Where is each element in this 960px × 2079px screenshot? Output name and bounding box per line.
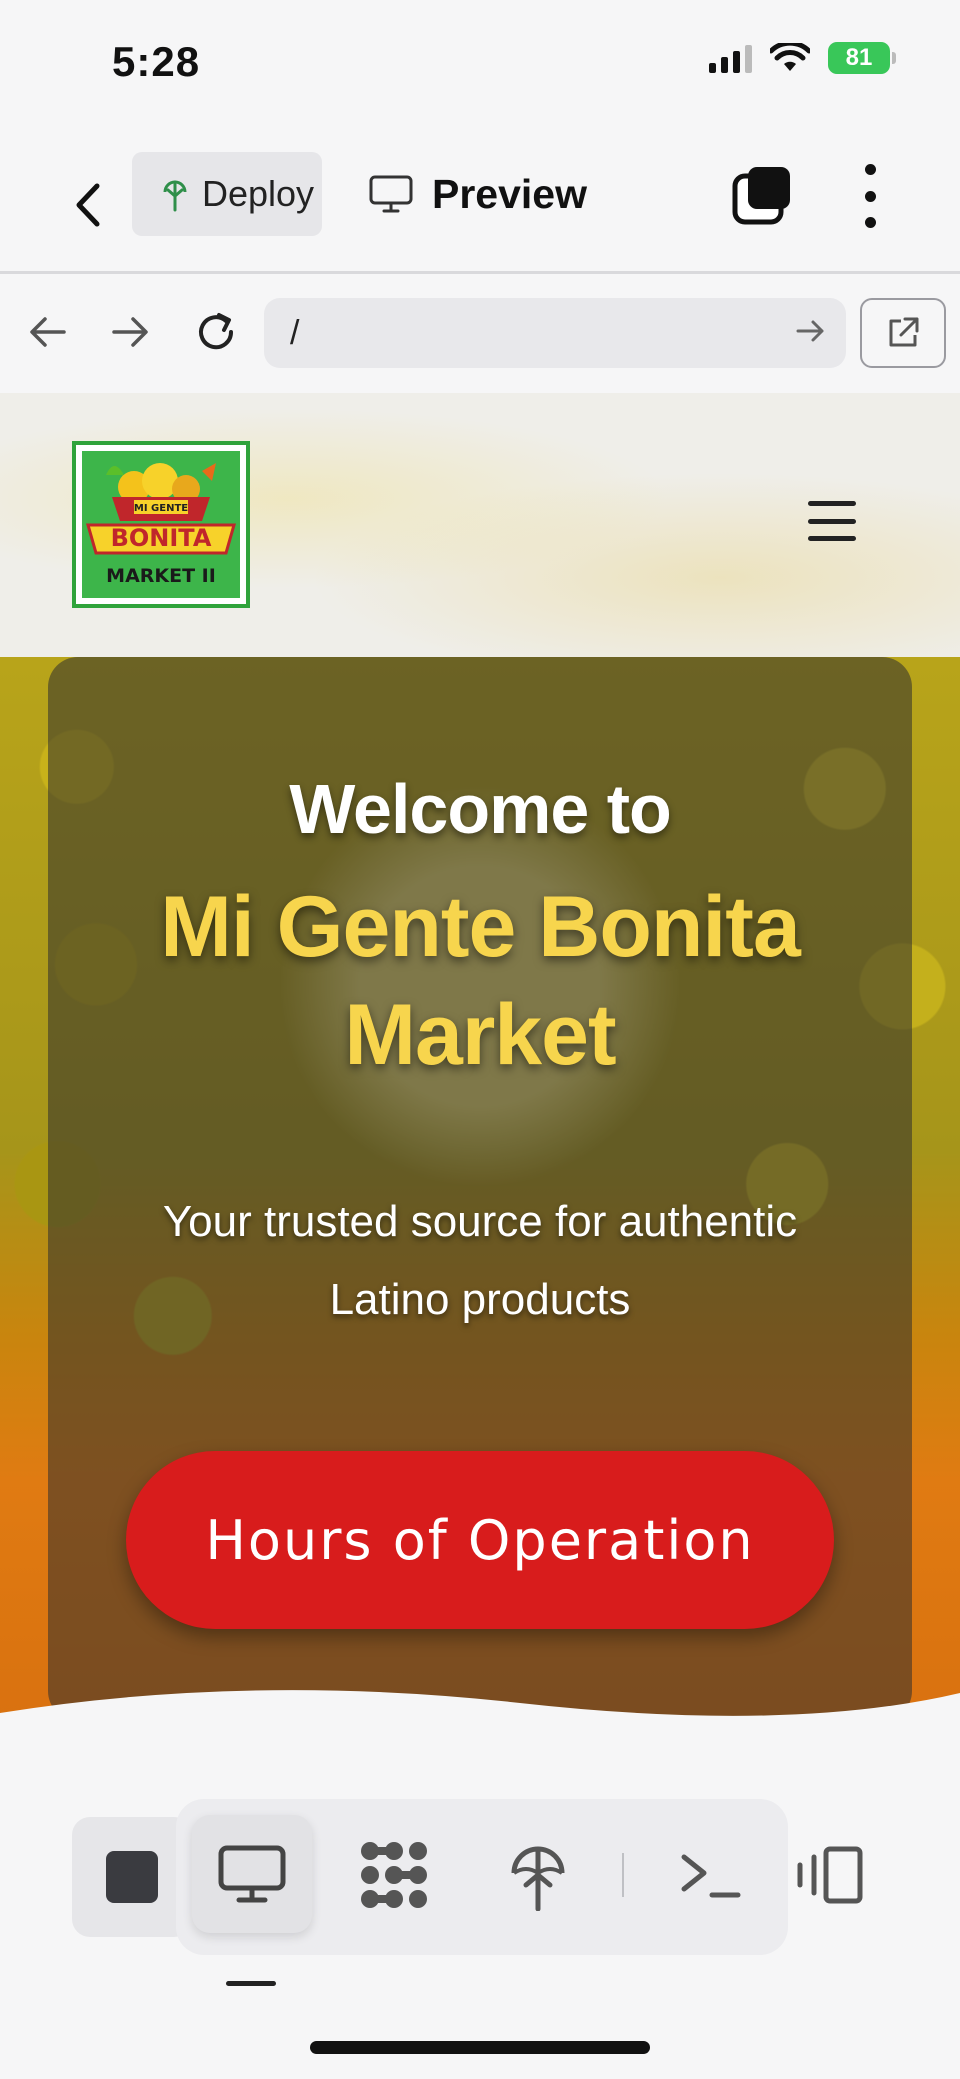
reload-button[interactable] — [186, 302, 246, 362]
hero-tagline: Your trusted source for authentic Latino… — [162, 1197, 798, 1324]
tab-preview[interactable]: Preview — [368, 152, 587, 236]
tab-deploy-label: Deploy — [202, 173, 315, 214]
logo-text-3: MARKET II — [106, 565, 216, 587]
reload-icon — [199, 313, 234, 350]
wave-divider — [0, 1690, 960, 1755]
deploy-icon — [163, 180, 187, 212]
status-time: 5:28 — [112, 38, 201, 85]
wifi-icon — [770, 43, 810, 71]
active-tool-indicator — [226, 1981, 276, 1986]
menu-icon[interactable] — [808, 501, 856, 541]
logo-graphic: MI GENTE BONITA MARKET II — [82, 451, 240, 598]
nav-back-button[interactable] — [18, 302, 78, 362]
hours-of-operation-button[interactable]: Hours of Operation — [126, 1451, 834, 1629]
terminal-icon[interactable] — [670, 1835, 750, 1915]
status-bar: 5:28 81 — [0, 0, 960, 130]
more-icon[interactable] — [848, 164, 892, 228]
tool-separator — [622, 1853, 624, 1897]
external-link-icon — [889, 317, 919, 347]
url-text: / — [290, 313, 300, 352]
home-indicator[interactable] — [310, 2041, 650, 2054]
tab-preview-label: Preview — [432, 170, 587, 217]
deploy-icon[interactable] — [498, 1835, 578, 1915]
back-icon — [76, 183, 100, 227]
signal-icon — [709, 43, 752, 73]
nav-forward-button[interactable] — [100, 302, 160, 362]
site-header: MI GENTE BONITA MARKET II — [0, 393, 960, 657]
monitor-icon — [369, 175, 413, 213]
hero-title: Mi Gente Bonita Market — [160, 879, 801, 1083]
arrow-left-icon — [30, 317, 66, 347]
open-external-button[interactable] — [860, 298, 946, 368]
hero-welcome: Welcome to — [289, 770, 672, 848]
stop-icon — [106, 1851, 158, 1903]
site-preview: MI GENTE BONITA MARKET II Welcome to Mi … — [0, 393, 960, 1755]
desktop-icon — [212, 1835, 292, 1915]
tabs-icon — [732, 167, 790, 225]
back-button[interactable] — [62, 170, 114, 240]
stop-button[interactable] — [72, 1817, 192, 1937]
arrow-right-icon — [112, 317, 148, 347]
site-logo[interactable]: MI GENTE BONITA MARKET II — [72, 441, 250, 608]
browser-nav-bar: / — [0, 271, 960, 397]
logo-text-1: MI GENTE — [134, 503, 188, 514]
go-arrow-icon[interactable] — [794, 314, 828, 348]
logo-text-2: BONITA — [111, 524, 212, 552]
tabs-button[interactable] — [732, 164, 794, 226]
battery-level: 81 — [845, 44, 873, 71]
battery-indicator: 81 — [828, 42, 896, 74]
split-view-icon[interactable] — [788, 1835, 868, 1915]
status-icons: 81 — [709, 42, 896, 74]
tab-deploy[interactable]: Deploy — [132, 152, 322, 236]
dots-grid-icon[interactable] — [354, 1835, 434, 1915]
bottom-dock — [0, 1755, 960, 2079]
top-toolbar: Deploy Preview — [0, 140, 960, 270]
url-input[interactable]: / — [264, 298, 846, 368]
